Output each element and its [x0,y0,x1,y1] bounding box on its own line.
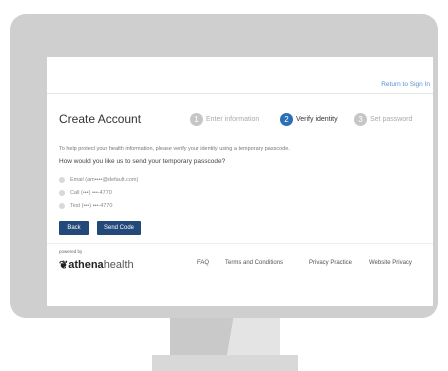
option-text[interactable]: Text (•••) •••-4770 [59,197,112,209]
return-to-sign-in-link[interactable]: Return to Sign In [381,81,430,88]
website-privacy-link[interactable]: Website Privacy [369,260,412,266]
monitor-stand-base [152,355,298,371]
athenahealth-logo-icon: ❦ [59,259,69,272]
terms-link[interactable]: Terms and Conditions [225,260,283,266]
footer-divider [47,243,433,244]
send-code-button[interactable]: Send Code [97,221,141,235]
call-radio[interactable] [59,189,65,196]
option-label: Text (•••) •••-4770 [70,202,113,209]
step-number: 1 [190,113,203,127]
option-label: Email (am••••@default.com) [70,176,139,183]
monitor-frame: Return to Sign In Create Account 1 Enter … [10,14,438,318]
screen: Return to Sign In Create Account 1 Enter … [47,57,433,306]
text-radio[interactable] [59,202,65,209]
option-call[interactable]: Call (•••) •••-4770 [59,184,112,196]
step-set-password: 3 Set password [354,111,413,127]
step-label: Set password [370,116,413,124]
passcode-question: How would you like us to send your tempo… [59,158,226,165]
privacy-practice-link[interactable]: Privacy Practice [309,260,352,266]
step-number: 2 [280,113,293,127]
option-label: Call (•••) •••-4770 [70,189,112,196]
option-email[interactable]: Email (am••••@default.com) [59,171,138,183]
email-radio[interactable] [59,176,65,183]
athenahealth-logo: ❦athenahealth [59,256,134,274]
step-number: 3 [354,113,367,127]
powered-by-text: powered by [59,249,83,254]
step-verify-identity: 2 Verify identity [280,111,338,127]
step-enter-information: 1 Enter information [190,111,260,127]
step-label: Enter information [206,116,260,124]
logo-text-bold: athena [68,258,104,271]
page-title: Create Account [59,112,142,126]
monitor-stand-neck [170,318,280,360]
step-label: Verify identity [296,116,338,124]
faq-link[interactable]: FAQ [197,260,209,266]
back-button[interactable]: Back [59,221,89,235]
logo-text-light: health [103,258,134,271]
verify-help-text: To help protect your health information,… [59,146,290,152]
top-bar: Return to Sign In [47,57,433,94]
